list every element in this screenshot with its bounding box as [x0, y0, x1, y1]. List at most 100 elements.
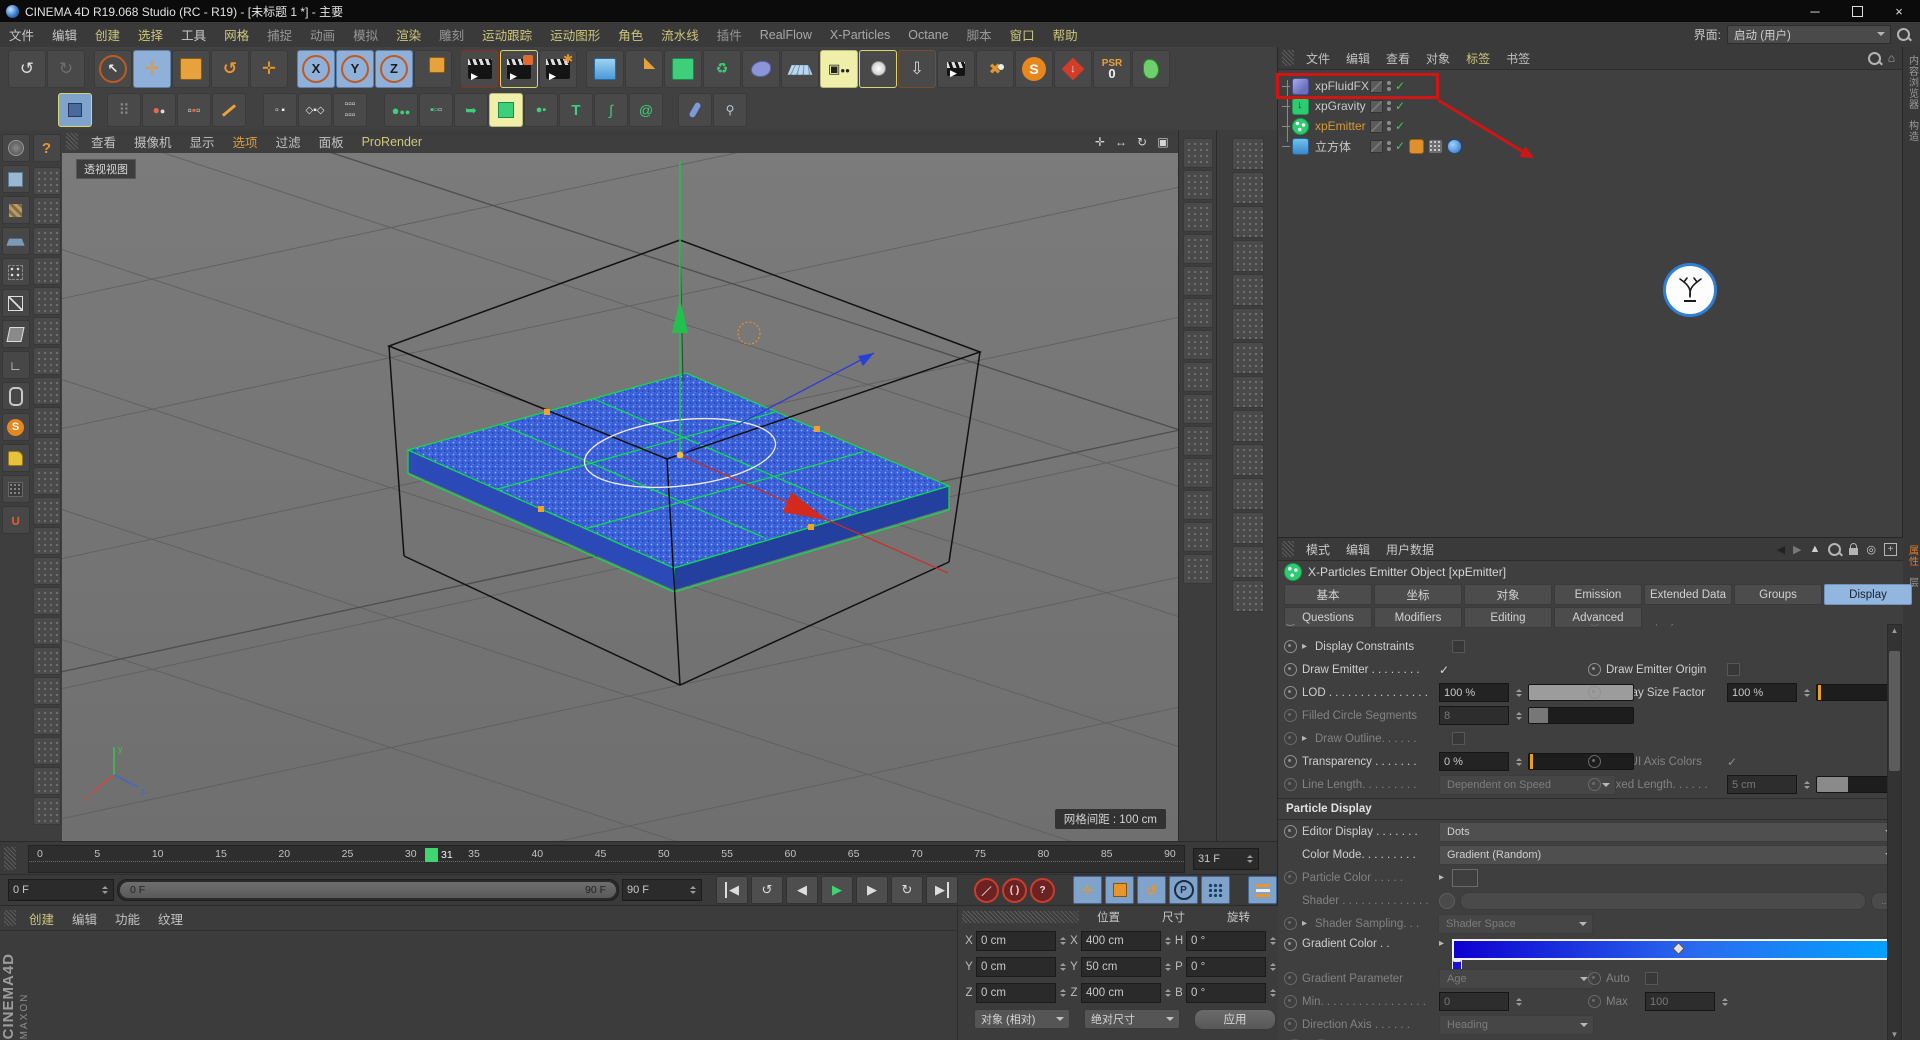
menu-item[interactable]: 文件 — [0, 25, 43, 44]
menu-item[interactable]: 脚本 — [958, 25, 1001, 44]
viewport-menu-item[interactable]: 过滤 — [267, 132, 310, 151]
palette-icon[interactable] — [1232, 444, 1264, 476]
palette-icon[interactable] — [33, 257, 61, 285]
menu-item[interactable]: X-Particles — [821, 28, 899, 42]
transparency-field[interactable]: 0 % — [1439, 752, 1509, 771]
lod-field[interactable]: 100 % — [1439, 683, 1509, 702]
menu-item[interactable]: RealFlow — [751, 28, 821, 42]
max-field[interactable]: 100 — [1645, 992, 1715, 1011]
render-picture-viewer-button[interactable] — [500, 50, 538, 88]
material-manager-handle[interactable] — [4, 910, 16, 927]
deformer-button[interactable]: ⇩ — [898, 50, 936, 88]
object-manager-menu-item[interactable]: 书签 — [1498, 50, 1538, 67]
lock-icon[interactable] — [1849, 548, 1858, 555]
close-button[interactable]: × — [1878, 0, 1920, 22]
phong-tag-icon[interactable] — [1409, 139, 1424, 154]
viewport-menu-item[interactable]: 面板 — [310, 132, 353, 151]
filled-circle-segments-field[interactable]: 8 — [1439, 706, 1509, 725]
palette-icon[interactable] — [33, 347, 61, 375]
menu-item[interactable]: 运动跟踪 — [473, 25, 541, 44]
layer-toggle[interactable] — [1370, 120, 1383, 133]
enabled-check-icon[interactable]: ✓ — [1395, 99, 1405, 113]
attribute-tab[interactable]: Emission — [1554, 584, 1642, 605]
menu-item[interactable]: 网格 — [215, 25, 258, 44]
shader-sampling-dropdown[interactable]: Shader Space — [1438, 914, 1593, 934]
add-cube-primitive-button[interactable] — [586, 50, 624, 88]
attribute-menu-item[interactable]: 用户数据 — [1378, 541, 1442, 558]
brush-tool-button[interactable] — [212, 93, 246, 127]
rotation-b-field[interactable]: 0 ° — [1186, 983, 1266, 1003]
points-tool-button[interactable]: ●● — [142, 93, 176, 127]
palette-icon[interactable] — [33, 497, 61, 525]
palette-icon[interactable] — [1232, 546, 1264, 578]
menu-item[interactable]: 渲染 — [387, 25, 430, 44]
transparency-slider[interactable] — [1528, 753, 1634, 770]
object-row-xpemitter[interactable]: xpEmitter ✓ — [1278, 116, 1903, 136]
edges-mode-icon[interactable] — [2, 289, 30, 317]
object-row-xpgravity[interactable]: xpGravity ✓ — [1278, 96, 1903, 116]
editor-display-dropdown[interactable]: Dots — [1439, 822, 1889, 842]
palette-icon[interactable] — [33, 167, 61, 195]
palette-icon[interactable] — [33, 467, 61, 495]
position-x-field[interactable]: 0 cm — [976, 931, 1056, 951]
viewport-menu-item[interactable]: 显示 — [181, 132, 224, 151]
palette-icon[interactable] — [1183, 170, 1213, 200]
lock-y-axis-button[interactable]: Y — [336, 50, 374, 88]
subdivision-surface-button[interactable] — [664, 50, 702, 88]
mospline-button[interactable]: ∫ — [594, 93, 628, 127]
minimize-button[interactable]: ─ — [1794, 0, 1836, 22]
enabled-check-icon[interactable]: ✓ — [1395, 119, 1405, 133]
diamond-points-button[interactable]: ◇▪◇ — [298, 93, 332, 127]
palette-icon[interactable] — [1183, 426, 1213, 456]
sculpt-pen-button[interactable] — [678, 93, 712, 127]
palette-icon[interactable] — [33, 437, 61, 465]
dsf-spinner[interactable] — [1802, 686, 1811, 700]
viewport-menu-item[interactable]: 查看 — [82, 132, 125, 151]
palette-icon[interactable] — [33, 617, 61, 645]
apply-button[interactable]: 应用 — [1194, 1009, 1276, 1030]
history-forward-icon[interactable]: ▶ — [1793, 543, 1801, 556]
rotation-p-field[interactable]: 0 ° — [1186, 957, 1266, 977]
object-manager-menu-item[interactable]: 对象 — [1418, 50, 1458, 67]
transparency-spinner[interactable] — [1514, 755, 1523, 769]
visibility-dots[interactable] — [1387, 121, 1391, 131]
menu-item[interactable]: 插件 — [708, 25, 751, 44]
palette-icon[interactable] — [33, 647, 61, 675]
attribute-tab[interactable]: Display — [1824, 584, 1912, 605]
play-backwards-button[interactable]: ↺ — [751, 876, 783, 904]
palette-icon[interactable] — [1232, 410, 1264, 442]
visibility-dots[interactable] — [1387, 141, 1391, 151]
drop-to-floor-button[interactable]: ↓ — [1054, 50, 1092, 88]
attribute-tab[interactable]: 坐标 — [1374, 584, 1462, 605]
object-manager-menu-item[interactable]: 文件 — [1298, 50, 1338, 67]
size-y-field[interactable]: 50 cm — [1081, 957, 1161, 977]
joint-tool-button[interactable]: ⚲ — [713, 93, 747, 127]
keyframe-selection-button[interactable]: ? — [1030, 878, 1055, 903]
xpresso-button[interactable]: ✖ — [976, 50, 1014, 88]
record-keyframe-button[interactable]: ／ — [974, 878, 999, 903]
floor-object-button[interactable] — [781, 50, 819, 88]
viewport-rotate-icon[interactable]: ↻ — [1133, 135, 1151, 149]
display-constraints-checkbox[interactable] — [1452, 640, 1465, 653]
render-view-button[interactable] — [461, 50, 499, 88]
palette-icon[interactable] — [33, 407, 61, 435]
palette-icon[interactable] — [1232, 240, 1264, 272]
render-settings-button[interactable]: ✱ — [539, 50, 577, 88]
menu-item[interactable]: 创建 — [86, 25, 129, 44]
model-mode-icon[interactable] — [2, 165, 30, 193]
palette-icon[interactable] — [33, 287, 61, 315]
filled-circle-segments-slider[interactable] — [1528, 707, 1634, 724]
autokey-button[interactable]: ( ) — [1002, 878, 1027, 903]
track-icon[interactable]: ◎ — [1866, 543, 1876, 556]
object-manager-menu-item[interactable]: 编辑 — [1338, 50, 1378, 67]
grid-points-button[interactable]: ▫▫▫▫▫▫ — [333, 93, 367, 127]
next-frame-button[interactable]: ▶ — [856, 876, 888, 904]
frame-range-slider[interactable]: 0 F90 F — [117, 879, 619, 901]
scale-tool[interactable] — [172, 50, 210, 88]
use-ui-axis-colors-checkbox[interactable]: ✓ — [1727, 755, 1737, 769]
fixed-length-field[interactable]: 5 cm — [1727, 775, 1797, 794]
menu-item[interactable]: Octane — [899, 28, 957, 42]
texture-mode-icon[interactable] — [2, 196, 30, 224]
palette-icon[interactable] — [1232, 274, 1264, 306]
size-z-field[interactable]: 400 cm — [1081, 983, 1161, 1003]
